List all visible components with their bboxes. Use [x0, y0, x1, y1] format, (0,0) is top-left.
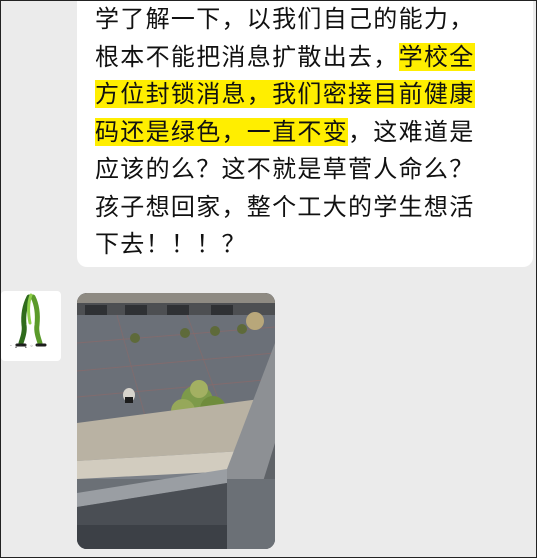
highlighted-text: 码还是绿色，一直不变	[95, 117, 348, 146]
message-line: 应该的么？这不就是草菅人命么？	[95, 155, 475, 183]
green-figure-avatar-icon	[15, 293, 47, 347]
message-line: 方位封锁消息，我们密接目前健康	[95, 76, 515, 114]
message-bubble[interactable]: 学了解一下，以我们自己的能力， 根本不能把消息扩散出去，学校全 方位封锁消息，我…	[77, 1, 533, 267]
highlighted-text: 方位封锁消息，我们密接目前健康	[95, 80, 475, 108]
message-line: 下去！！！？	[95, 230, 247, 258]
message-line: 学了解一下，以我们自己的能力，	[95, 5, 475, 33]
message-line: 孩子想回家，整个工大的学生想活	[95, 192, 475, 221]
message-line: 根本不能把消息扩散出去，学校全	[95, 42, 475, 71]
message-photo[interactable]	[77, 293, 275, 549]
avatar-caption: · ɪ · ɪ ◦ ·	[10, 343, 39, 350]
sender-avatar[interactable]: · ɪ · ɪ ◦ ·	[1, 291, 61, 361]
highlighted-text: 学校全	[398, 42, 475, 71]
courtyard-photo	[77, 293, 275, 549]
chat-screenshot: 学了解一下，以我们自己的能力， 根本不能把消息扩散出去，学校全 方位封锁消息，我…	[0, 0, 537, 558]
message-line: 码还是绿色，一直不变，这难道是	[95, 117, 475, 146]
